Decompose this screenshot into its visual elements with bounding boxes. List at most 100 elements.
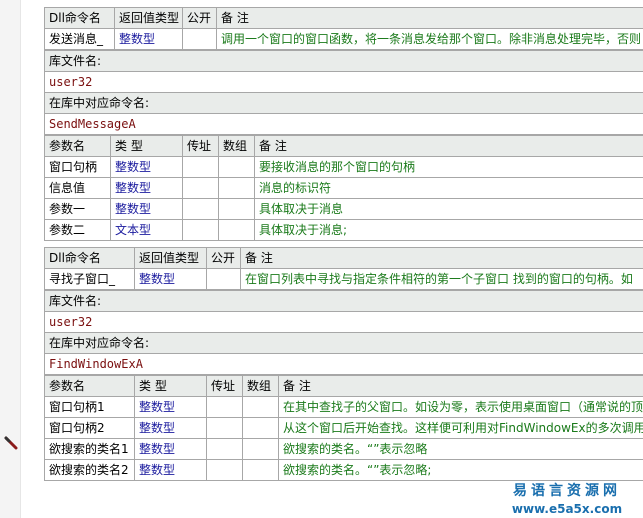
param-header-row: 参数名 类 型 传址 数组 备 注: [44, 375, 643, 397]
param-array-cell[interactable]: [218, 156, 255, 178]
param-type-cell[interactable]: 整数型: [134, 417, 207, 439]
param-type-cell[interactable]: 整数型: [110, 198, 183, 220]
param-type-cell[interactable]: 整数型: [134, 459, 207, 481]
param-byref-cell[interactable]: [206, 459, 243, 481]
param-name-cell[interactable]: 参数二: [44, 219, 111, 241]
return-type-cell[interactable]: 整数型: [114, 28, 183, 50]
param-row[interactable]: 窗口句柄2 整数型 从这个窗口后开始查找。这样便可利用对FindWindowEx…: [44, 417, 643, 439]
param-type-cell[interactable]: 文本型: [110, 219, 183, 241]
header-dll-name: Dll命令名: [44, 247, 135, 269]
dll-header-row: Dll命令名 返回值类型 公开 备 注: [44, 247, 643, 269]
pencil-icon: [4, 436, 18, 450]
param-row[interactable]: 信息值 整数型 消息的标识符: [44, 177, 643, 199]
lib-info-table: 库文件名: user32 在库中对应命令名: FindWindowExA: [44, 290, 643, 375]
param-array-cell[interactable]: [242, 417, 279, 439]
param-byref-cell[interactable]: [182, 156, 219, 178]
dll-command-row[interactable]: 寻找子窗口_ 整数型 在窗口列表中寻找与指定条件相符的第一个子窗口 找到的窗口的…: [44, 268, 643, 290]
param-array-cell[interactable]: [218, 198, 255, 220]
param-name-cell[interactable]: 参数一: [44, 198, 111, 220]
lib-info-table: 库文件名: user32 在库中对应命令名: SendMessageA: [44, 50, 643, 135]
param-array-cell[interactable]: [242, 438, 279, 460]
entry-name-label: 在库中对应命令名:: [44, 332, 643, 354]
dll-command-block-1: Dll命令名 返回值类型 公开 备 注 发送消息_ 整数型 调用一个窗口的窗口函…: [44, 7, 643, 241]
entry-name-value[interactable]: SendMessageA: [44, 113, 643, 135]
param-type-cell[interactable]: 整数型: [134, 396, 207, 418]
lib-file-label: 库文件名:: [44, 50, 643, 72]
header-return-type: 返回值类型: [134, 247, 207, 269]
param-byref-cell[interactable]: [206, 438, 243, 460]
header-public: 公开: [182, 7, 217, 29]
param-header-row: 参数名 类 型 传址 数组 备 注: [44, 135, 643, 157]
dll-name-cell[interactable]: 寻找子窗口_: [44, 268, 135, 290]
param-remark-cell[interactable]: 具体取决于消息;: [254, 219, 643, 241]
param-byref-cell[interactable]: [182, 177, 219, 199]
param-header-array: 数组: [242, 375, 279, 397]
param-byref-cell[interactable]: [206, 396, 243, 418]
param-name-cell[interactable]: 窗口句柄: [44, 156, 111, 178]
param-byref-cell[interactable]: [206, 417, 243, 439]
header-return-type: 返回值类型: [114, 7, 183, 29]
param-table: 参数名 类 型 传址 数组 备 注 窗口句柄1 整数型 在其中查找子的父窗口。如…: [44, 375, 643, 481]
param-array-cell[interactable]: [242, 459, 279, 481]
header-dll-name: Dll命令名: [44, 7, 115, 29]
param-header-remark: 备 注: [254, 135, 643, 157]
param-remark-cell[interactable]: 从这个窗口后开始查找。这样便可利用对FindWindowEx的多次调用找: [278, 417, 643, 439]
param-remark-cell[interactable]: 要接收消息的那个窗口的句柄: [254, 156, 643, 178]
param-table: 参数名 类 型 传址 数组 备 注 窗口句柄 整数型 要接收消息的那个窗口的句柄…: [44, 135, 643, 241]
param-row[interactable]: 欲搜索的类名1 整数型 欲搜索的类名。“”表示忽略: [44, 438, 643, 460]
param-header-name: 参数名: [44, 375, 135, 397]
public-cell[interactable]: [182, 28, 217, 50]
dll-command-row[interactable]: 发送消息_ 整数型 调用一个窗口的窗口函数，将一条消息发给那个窗口。除非消息处理…: [44, 28, 643, 50]
entry-name-label: 在库中对应命令名:: [44, 92, 643, 114]
lib-file-value[interactable]: user32: [44, 71, 643, 93]
param-row[interactable]: 参数一 整数型 具体取决于消息: [44, 198, 643, 220]
param-row[interactable]: 参数二 文本型 具体取决于消息;: [44, 219, 643, 241]
dll-header-table: Dll命令名 返回值类型 公开 备 注 发送消息_ 整数型 调用一个窗口的窗口函…: [44, 7, 643, 50]
header-remark: 备 注: [216, 7, 643, 29]
param-name-cell[interactable]: 窗口句柄2: [44, 417, 135, 439]
param-remark-cell[interactable]: 消息的标识符: [254, 177, 643, 199]
entry-name-value[interactable]: FindWindowExA: [44, 353, 643, 375]
param-header-remark: 备 注: [278, 375, 643, 397]
param-array-cell[interactable]: [218, 219, 255, 241]
param-byref-cell[interactable]: [182, 219, 219, 241]
param-header-type: 类 型: [134, 375, 207, 397]
param-name-cell[interactable]: 欲搜索的类名2: [44, 459, 135, 481]
param-row[interactable]: 窗口句柄1 整数型 在其中查找子的父窗口。如设为零，表示使用桌面窗口（通常说的顶: [44, 396, 643, 418]
param-header-type: 类 型: [110, 135, 183, 157]
param-type-cell[interactable]: 整数型: [110, 156, 183, 178]
param-type-cell[interactable]: 整数型: [134, 438, 207, 460]
param-remark-cell[interactable]: 在其中查找子的父窗口。如设为零，表示使用桌面窗口（通常说的顶: [278, 396, 643, 418]
public-cell[interactable]: [206, 268, 241, 290]
param-header-byref: 传址: [182, 135, 219, 157]
param-header-array: 数组: [218, 135, 255, 157]
lib-file-label: 库文件名:: [44, 290, 643, 312]
dll-header-row: Dll命令名 返回值类型 公开 备 注: [44, 7, 643, 29]
param-remark-cell[interactable]: 具体取决于消息: [254, 198, 643, 220]
param-byref-cell[interactable]: [182, 198, 219, 220]
param-row[interactable]: 窗口句柄 整数型 要接收消息的那个窗口的句柄: [44, 156, 643, 178]
remark-cell[interactable]: 在窗口列表中寻找与指定条件相符的第一个子窗口 找到的窗口的句柄。如: [240, 268, 643, 290]
watermark-brand: 易语言资源网: [513, 483, 621, 499]
header-remark: 备 注: [240, 247, 643, 269]
param-name-cell[interactable]: 信息值: [44, 177, 111, 199]
param-array-cell[interactable]: [218, 177, 255, 199]
param-type-cell[interactable]: 整数型: [110, 177, 183, 199]
remark-cell[interactable]: 调用一个窗口的窗口函数，将一条消息发给那个窗口。除非消息处理完毕，否则: [216, 28, 643, 50]
param-array-cell[interactable]: [242, 396, 279, 418]
param-row[interactable]: 欲搜索的类名2 整数型 欲搜索的类名。“”表示忽略;: [44, 459, 643, 481]
param-name-cell[interactable]: 窗口句柄1: [44, 396, 135, 418]
param-remark-cell[interactable]: 欲搜索的类名。“”表示忽略: [278, 438, 643, 460]
watermark-url: www.e5a5x.com: [511, 502, 623, 516]
param-name-cell[interactable]: 欲搜索的类名1: [44, 438, 135, 460]
header-public: 公开: [206, 247, 241, 269]
param-remark-cell[interactable]: 欲搜索的类名。“”表示忽略;: [278, 459, 643, 481]
return-type-cell[interactable]: 整数型: [134, 268, 207, 290]
dll-command-block-2: Dll命令名 返回值类型 公开 备 注 寻找子窗口_ 整数型 在窗口列表中寻找与…: [44, 247, 643, 481]
param-header-name: 参数名: [44, 135, 111, 157]
dll-name-cell[interactable]: 发送消息_: [44, 28, 115, 50]
lib-file-value[interactable]: user32: [44, 311, 643, 333]
watermark-logo: 易语言资源网 www.e5a5x.com: [492, 480, 642, 516]
param-header-byref: 传址: [206, 375, 243, 397]
dll-header-table: Dll命令名 返回值类型 公开 备 注 寻找子窗口_ 整数型 在窗口列表中寻找与…: [44, 247, 643, 290]
